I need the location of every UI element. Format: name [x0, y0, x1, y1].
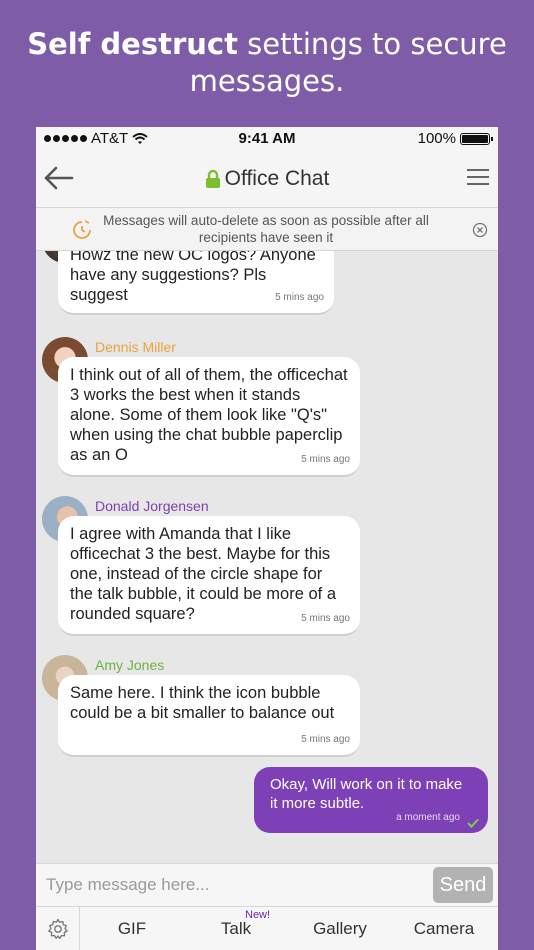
nav-bar: Office Chat — [36, 151, 498, 207]
talk-button[interactable]: Talk — [191, 919, 281, 939]
sender-name: Amy Jones — [95, 657, 165, 673]
message-text: I agree with Amanda that I like officech… — [70, 525, 336, 623]
gear-icon — [47, 918, 68, 940]
status-bar: AT&T 9:41 AM 100% — [36, 127, 498, 151]
camera-button[interactable]: Camera — [399, 919, 489, 939]
send-button[interactable]: Send — [433, 867, 493, 903]
gif-button[interactable]: GIF — [87, 919, 177, 939]
chat-title: Office Chat — [36, 167, 498, 191]
menu-icon[interactable] — [466, 167, 490, 187]
battery-level: 100% — [417, 130, 456, 147]
attachment-toolbar: GIF New! Talk Gallery Camera — [36, 906, 498, 950]
message-text: Okay, Will work on it to make it more su… — [270, 776, 463, 812]
headline-bold: Self destruct — [27, 27, 238, 61]
message-bubble[interactable]: I agree with Amanda that I like officech… — [58, 516, 360, 636]
compose-bar: Type message here... Send — [36, 863, 498, 906]
message-time: 5 mins ago — [301, 454, 350, 465]
battery-icon — [460, 132, 493, 145]
message-input[interactable]: Type message here... — [46, 875, 209, 895]
lock-icon — [205, 169, 220, 188]
message-text: Same here. I think the icon bubble could… — [70, 684, 335, 722]
phone-screen: AT&T 9:41 AM 100% Office Chat Messages w… — [36, 127, 498, 950]
timer-icon — [73, 220, 91, 239]
message-time: 5 mins ago — [301, 734, 350, 745]
check-icon — [467, 818, 479, 828]
message-list[interactable]: Howz the new OC logos? Anyone have any s… — [36, 251, 498, 863]
sender-name: Dennis Miller — [95, 339, 176, 355]
message-bubble[interactable]: Same here. I think the icon bubble could… — [58, 675, 360, 757]
my-message-bubble[interactable]: Okay, Will work on it to make it more su… — [254, 767, 488, 833]
notice-text: Messages will auto-delete as soon as pos… — [103, 213, 429, 245]
chat-title-text: Office Chat — [224, 167, 330, 190]
sender-name: Donald Jorgensen — [95, 498, 209, 514]
headline: Self destruct settings to secure message… — [0, 26, 534, 100]
battery: 100% — [417, 130, 493, 147]
auto-delete-notice: Messages will auto-delete as soon as pos… — [36, 207, 498, 251]
close-icon[interactable] — [472, 222, 488, 238]
headline-rest: settings to secure messages. — [189, 27, 507, 98]
message-time: 5 mins ago — [275, 292, 324, 303]
settings-button[interactable] — [36, 907, 80, 950]
gallery-button[interactable]: Gallery — [295, 919, 385, 939]
message-bubble[interactable]: I think out of all of them, the officech… — [58, 357, 360, 477]
message-time: a moment ago — [396, 812, 460, 823]
message-bubble[interactable]: Howz the new OC logos? Anyone have any s… — [58, 251, 334, 315]
message-time: 5 mins ago — [301, 613, 350, 624]
